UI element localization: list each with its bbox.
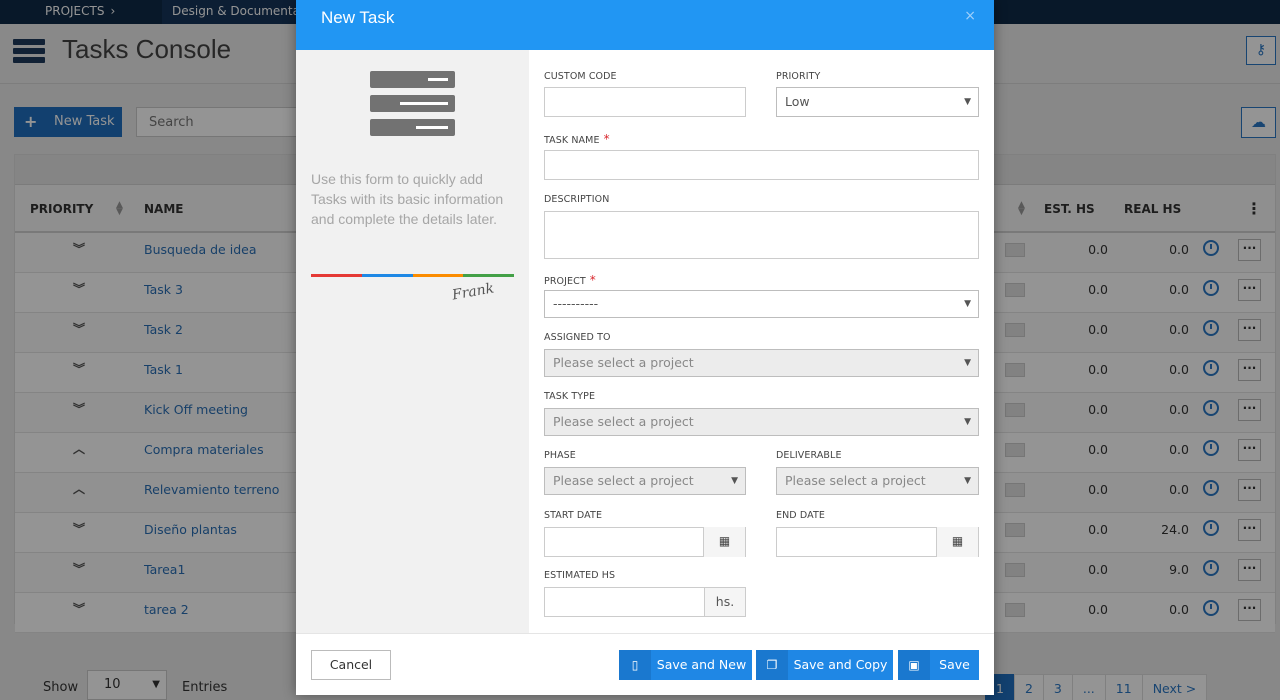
deliverable-value: Please select a project (785, 473, 926, 488)
task-name-input[interactable] (544, 150, 979, 180)
description-textarea[interactable] (544, 211, 979, 259)
deliverable-label: DELIVERABLE (776, 450, 842, 461)
hours-unit-addon: hs. (704, 587, 746, 617)
start-date-label: START DATE (544, 510, 603, 521)
project-select[interactable]: ---------- ▼ (544, 290, 979, 318)
caret-down-icon: ▼ (964, 476, 971, 486)
calendar-icon[interactable]: ▦ (703, 527, 745, 557)
custom-code-label: CUSTOM CODE (544, 71, 617, 82)
save-and-copy-button[interactable]: ❐ Save and Copy (756, 650, 893, 680)
save-and-new-button[interactable]: ▯ Save and New (619, 650, 752, 680)
phase-label: PHASE (544, 450, 576, 461)
task-name-label: TASK NAME * (544, 132, 610, 146)
signature-logo: Frank (450, 280, 496, 304)
task-form: CUSTOM CODE PRIORITY Low ▼ TASK NAME * DES… (544, 50, 980, 633)
tasks-icon (370, 71, 455, 137)
save-label: Save (939, 657, 970, 672)
caret-down-icon: ▼ (964, 299, 971, 309)
new-task-modal: New Task × Use this form to quickly add … (296, 0, 994, 695)
save-button[interactable]: ▣ Save (898, 650, 979, 680)
project-label: PROJECT * (544, 273, 596, 287)
start-date-input[interactable]: ▦ (544, 527, 746, 557)
floppy-disk-icon: ▣ (898, 650, 930, 680)
cancel-button[interactable]: Cancel (311, 650, 391, 680)
task-type-select[interactable]: Please select a project ▼ (544, 408, 979, 436)
priority-select[interactable]: Low ▼ (776, 87, 979, 117)
caret-down-icon: ▼ (731, 476, 738, 486)
caret-down-icon: ▼ (964, 358, 971, 368)
modal-footer: Cancel ▯ Save and New ❐ Save and Copy ▣ … (296, 633, 994, 695)
assigned-to-value: Please select a project (553, 355, 694, 370)
new-document-icon: ▯ (619, 650, 651, 680)
caret-down-icon: ▼ (964, 97, 971, 107)
caret-down-icon: ▼ (964, 417, 971, 427)
project-value: ---------- (553, 296, 599, 311)
modal-header: New Task × (296, 0, 994, 50)
end-date-label: END DATE (776, 510, 825, 521)
end-date-input[interactable]: ▦ (776, 527, 979, 557)
priority-label: PRIORITY (776, 71, 821, 82)
deliverable-select[interactable]: Please select a project ▼ (776, 467, 979, 495)
modal-side-panel: Use this form to quickly add Tasks with … (296, 50, 529, 633)
phase-value: Please select a project (553, 473, 694, 488)
modal-title: New Task (321, 8, 395, 27)
estimated-hs-label: ESTIMATED HS (544, 570, 616, 581)
close-icon[interactable]: × (964, 8, 976, 24)
save-and-new-label: Save and New (656, 657, 747, 672)
custom-code-input[interactable] (544, 87, 746, 117)
assigned-to-select[interactable]: Please select a project ▼ (544, 349, 979, 377)
side-help-text: Use this form to quickly add Tasks with … (311, 171, 504, 227)
description-label: DESCRIPTION (544, 194, 610, 205)
color-divider (311, 274, 514, 277)
phase-select[interactable]: Please select a project ▼ (544, 467, 746, 495)
assigned-to-label: ASSIGNED TO (544, 332, 611, 343)
task-type-value: Please select a project (553, 414, 694, 429)
copy-icon: ❐ (756, 650, 788, 680)
priority-value: Low (785, 94, 810, 109)
calendar-icon[interactable]: ▦ (936, 527, 978, 557)
task-type-label: TASK TYPE (544, 391, 596, 402)
save-and-copy-label: Save and Copy (793, 657, 888, 672)
estimated-hs-input[interactable] (544, 587, 705, 617)
